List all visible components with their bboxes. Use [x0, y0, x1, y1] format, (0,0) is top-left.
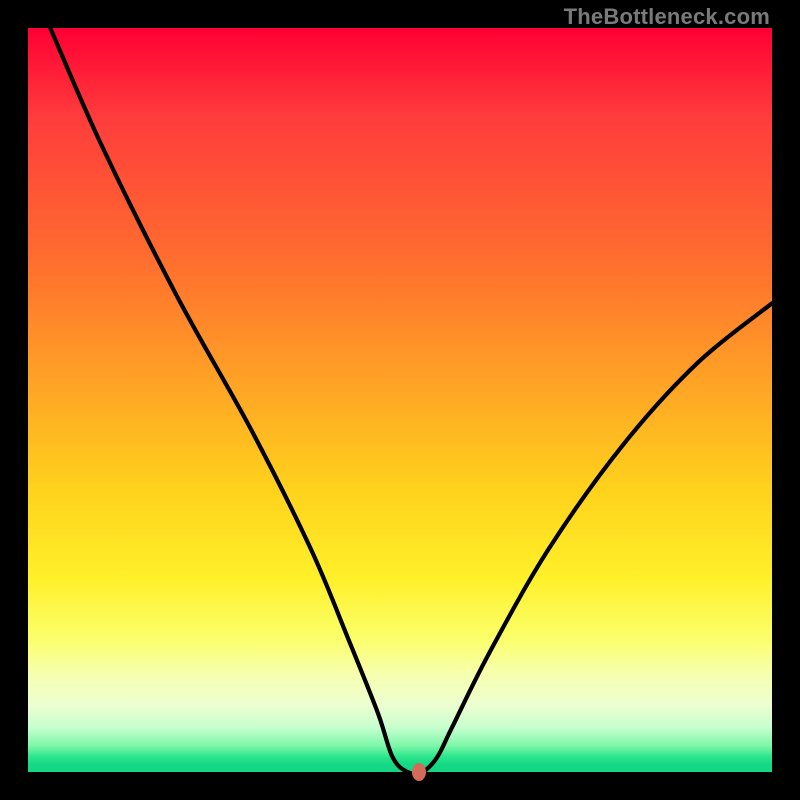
optimum-marker	[412, 763, 426, 781]
bottleneck-curve	[28, 28, 772, 772]
plot-area	[28, 28, 772, 772]
chart-frame: TheBottleneck.com	[0, 0, 800, 800]
watermark-text: TheBottleneck.com	[564, 4, 770, 30]
